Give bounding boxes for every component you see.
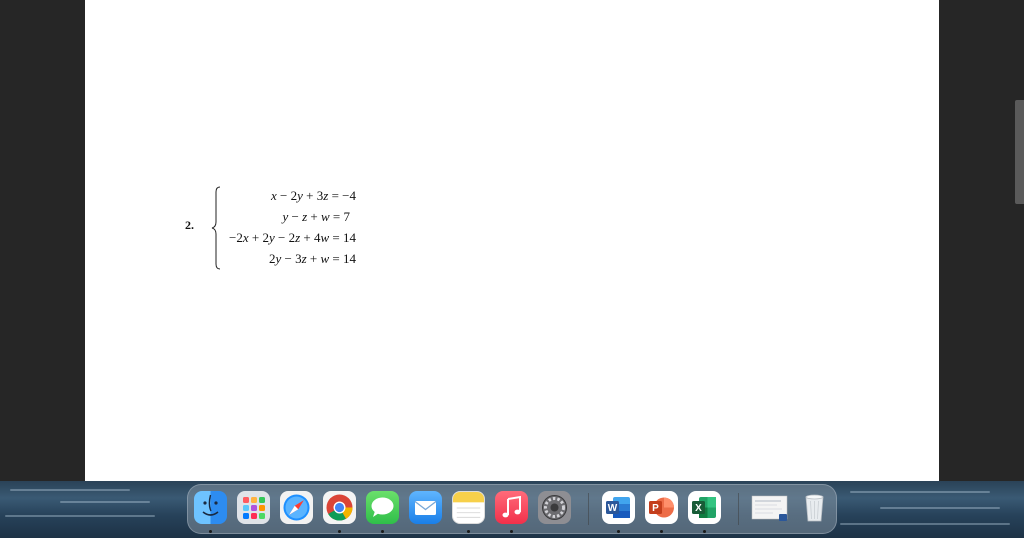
- dock-chrome[interactable]: [323, 491, 356, 524]
- dock: W P X: [187, 484, 837, 534]
- powerpoint-running-indicator: [660, 530, 663, 533]
- gear-icon: [542, 495, 567, 520]
- chrome-icon: [326, 494, 353, 521]
- dock-word[interactable]: W: [602, 491, 635, 524]
- music-running-indicator: [510, 530, 513, 533]
- dock-launchpad[interactable]: [237, 491, 270, 524]
- notes-icon: [453, 492, 484, 518]
- dock-separator-2: [738, 493, 739, 525]
- finder-running-indicator: [209, 530, 212, 533]
- problem-number: 2.: [185, 218, 194, 232]
- vertical-scrollbar-thumb[interactable]: [1015, 100, 1024, 204]
- powerpoint-icon: P: [649, 497, 674, 518]
- dock-powerpoint[interactable]: P: [645, 491, 678, 524]
- messages-icon: [371, 497, 394, 517]
- equation-3: −2x + 2y − 2z + 4w = 14: [228, 230, 356, 245]
- dock-excel[interactable]: X: [688, 491, 721, 524]
- mail-icon: [414, 500, 437, 515]
- notes-running-indicator: [467, 530, 470, 533]
- dock-trash[interactable]: [798, 491, 831, 524]
- equation-2: y − z + w = 7: [282, 209, 350, 224]
- document-page: 2. x − 2y + 3z = −4 y − z + w = 7 −2x + …: [85, 0, 939, 481]
- word-icon: W: [606, 497, 630, 518]
- excel-icon: X: [692, 497, 716, 518]
- viewer-right-margin: [939, 0, 1024, 481]
- excel-running-indicator: [703, 530, 706, 533]
- chrome-running-indicator: [338, 530, 341, 533]
- finder-icon: [202, 494, 219, 516]
- dock-system-preferences[interactable]: [538, 491, 571, 524]
- document-thumbnail-icon: [751, 495, 788, 521]
- equation-1: x − 2y + 3z = −4: [271, 188, 356, 203]
- dock-separator: [588, 493, 589, 525]
- dock-notes[interactable]: [452, 491, 485, 524]
- dock-document-preview[interactable]: [751, 491, 789, 524]
- excel-letter: X: [695, 503, 702, 514]
- equation-4: 2y − 3z + w = 14: [268, 251, 356, 266]
- messages-running-indicator: [381, 530, 384, 533]
- dock-messages[interactable]: [366, 491, 399, 524]
- music-icon: [502, 495, 521, 518]
- dock-safari[interactable]: [280, 491, 313, 524]
- powerpoint-letter: P: [652, 503, 659, 514]
- word-letter: W: [608, 503, 618, 514]
- dock-mail[interactable]: [409, 491, 442, 524]
- launchpad-icon: [243, 497, 265, 519]
- word-running-indicator: [617, 530, 620, 533]
- dock-music[interactable]: [495, 491, 528, 524]
- viewer-left-margin: [0, 0, 85, 481]
- dock-finder[interactable]: [194, 491, 227, 524]
- trash-icon: [805, 494, 824, 522]
- safari-icon: [283, 494, 310, 521]
